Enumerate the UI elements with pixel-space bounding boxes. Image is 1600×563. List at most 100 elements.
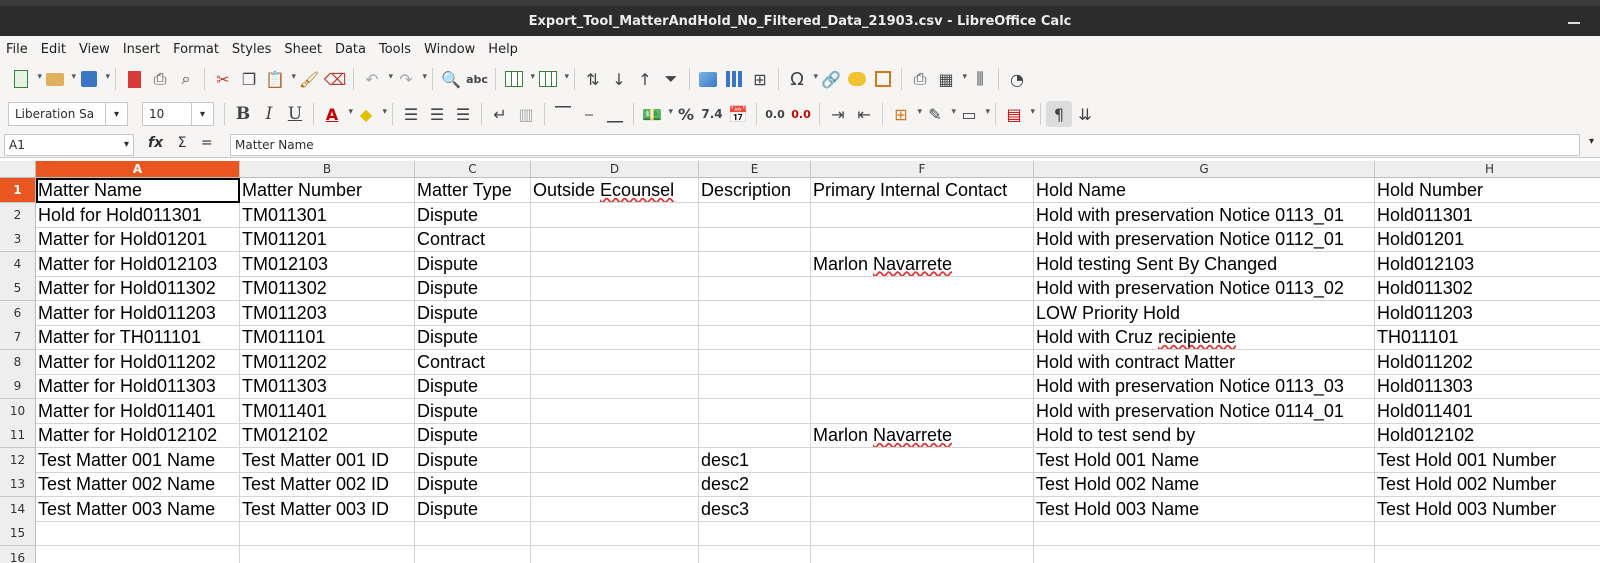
- menu-format[interactable]: Format: [173, 42, 219, 57]
- column-header-g[interactable]: G: [1034, 161, 1375, 178]
- cell-a16[interactable]: [36, 545, 240, 563]
- menu-data[interactable]: Data: [335, 42, 366, 57]
- cell-b11[interactable]: TM012102: [240, 423, 415, 448]
- cell-g8[interactable]: Hold with contract Matter: [1034, 349, 1375, 375]
- column-header-f[interactable]: F: [811, 161, 1034, 178]
- cell-d7[interactable]: [531, 325, 699, 350]
- cell-f7[interactable]: [811, 325, 1034, 350]
- function-wizard-button[interactable]: fx: [148, 135, 163, 151]
- cell-c9[interactable]: Dispute: [415, 374, 531, 399]
- row-header-13[interactable]: 13: [0, 472, 36, 497]
- cell-c10[interactable]: Dispute: [415, 398, 531, 424]
- cell-d5[interactable]: [531, 276, 699, 301]
- cell-c14[interactable]: Dispute: [415, 496, 531, 522]
- wrap-text-icon[interactable]: ↵: [487, 101, 513, 127]
- cell-a11[interactable]: Matter for Hold012102: [36, 423, 240, 448]
- expand-formula-bar-icon[interactable]: ▾: [1589, 136, 1594, 147]
- row-header-14[interactable]: 14: [0, 496, 36, 522]
- clone-formatting-icon[interactable]: 🖌: [296, 66, 322, 92]
- pivot-table-icon[interactable]: ⊞: [747, 66, 773, 92]
- cell-b5[interactable]: TM011302: [240, 276, 415, 301]
- cell-c12[interactable]: Dispute: [415, 447, 531, 473]
- cell-h16[interactable]: [1375, 546, 1600, 563]
- cell-f8[interactable]: [811, 349, 1034, 375]
- hyperlink-icon[interactable]: 🔗: [818, 66, 844, 92]
- cell-g7[interactable]: Hold with Cruz recipiente: [1034, 325, 1375, 350]
- cell-b8[interactable]: TM011202: [240, 349, 415, 375]
- cell-a1[interactable]: Matter Name: [36, 178, 240, 203]
- cell-a9[interactable]: Matter for Hold011303: [36, 374, 240, 399]
- cell-e14[interactable]: desc3: [699, 496, 811, 522]
- cell-e6[interactable]: [699, 300, 811, 326]
- cell-b13[interactable]: Test Matter 002 ID: [240, 472, 415, 497]
- cell-b6[interactable]: TM011203: [240, 300, 415, 326]
- cell-d10[interactable]: [531, 398, 699, 424]
- row-header-16[interactable]: 16: [0, 545, 36, 563]
- cell-h12[interactable]: Test Hold 001 Number: [1375, 448, 1600, 473]
- cell-h1[interactable]: Hold Number: [1375, 178, 1600, 203]
- open-folder-icon[interactable]: [42, 66, 76, 92]
- menu-sheet[interactable]: Sheet: [284, 42, 322, 57]
- cell-e4[interactable]: [699, 251, 811, 277]
- align-bottom-icon[interactable]: ⎽: [602, 101, 628, 127]
- menu-tools[interactable]: Tools: [379, 42, 411, 57]
- cell-d8[interactable]: [531, 349, 699, 375]
- cell-a8[interactable]: Matter for Hold011202: [36, 349, 240, 375]
- cell-c6[interactable]: Dispute: [415, 300, 531, 326]
- select-all-corner[interactable]: [0, 161, 36, 178]
- decrease-indent-icon[interactable]: ⇤: [851, 101, 877, 127]
- cell-f12[interactable]: [811, 447, 1034, 473]
- cell-c8[interactable]: Contract: [415, 349, 531, 375]
- column-header-b[interactable]: B: [240, 161, 415, 178]
- cell-b4[interactable]: TM012103: [240, 251, 415, 277]
- cell-g13[interactable]: Test Hold 002 Name: [1034, 472, 1375, 497]
- cell-c2[interactable]: Dispute: [415, 202, 531, 228]
- cell-h11[interactable]: Hold012102: [1375, 423, 1600, 448]
- cell-d9[interactable]: [531, 374, 699, 399]
- cell-d11[interactable]: [531, 423, 699, 448]
- font-name-box[interactable]: Liberation Sa ▾: [8, 102, 128, 126]
- cell-b9[interactable]: TM011303: [240, 374, 415, 399]
- column-header-d[interactable]: D: [531, 161, 699, 178]
- cell-a7[interactable]: Matter for TH011101: [36, 325, 240, 350]
- cell-b16[interactable]: [240, 545, 415, 563]
- cell-f10[interactable]: [811, 398, 1034, 424]
- cell-e1[interactable]: Description: [699, 178, 811, 203]
- cell-c15[interactable]: [415, 521, 531, 546]
- row-header-10[interactable]: 10: [0, 398, 36, 424]
- cell-b10[interactable]: TM011401: [240, 398, 415, 424]
- cell-h15[interactable]: [1375, 521, 1600, 546]
- cell-b7[interactable]: TM011101: [240, 325, 415, 350]
- row-header-11[interactable]: 11: [0, 423, 36, 448]
- cell-b2[interactable]: TM011301: [240, 202, 415, 228]
- row-header-1[interactable]: 1: [0, 178, 36, 203]
- export-pdf-icon[interactable]: [121, 66, 147, 92]
- percent-button[interactable]: %: [673, 101, 699, 127]
- show-draw-functions-icon[interactable]: ◔: [1004, 66, 1030, 92]
- sort-ascending-icon[interactable]: ↓: [606, 66, 632, 92]
- cell-b12[interactable]: Test Matter 001 ID: [240, 447, 415, 473]
- row-header-2[interactable]: 2: [0, 202, 36, 228]
- split-window-icon[interactable]: ⫼: [967, 66, 993, 92]
- cell-h9[interactable]: Hold011303: [1375, 374, 1600, 399]
- cell-e7[interactable]: [699, 325, 811, 350]
- align-middle-icon[interactable]: ⎯: [576, 101, 602, 127]
- font-size-box[interactable]: 10 ▾: [142, 102, 214, 126]
- cell-h4[interactable]: Hold012103: [1375, 252, 1600, 277]
- cell-d2[interactable]: [531, 202, 699, 228]
- cell-e5[interactable]: [699, 276, 811, 301]
- cell-h7[interactable]: TH011101: [1375, 325, 1600, 350]
- font-color-icon[interactable]: A: [319, 101, 353, 127]
- cell-c1[interactable]: Matter Type: [415, 178, 531, 203]
- cell-e3[interactable]: [699, 227, 811, 252]
- cell-b15[interactable]: [240, 521, 415, 546]
- new-document-icon[interactable]: [8, 66, 42, 92]
- cell-a4[interactable]: Matter for Hold012103: [36, 251, 240, 277]
- cell-e10[interactable]: [699, 398, 811, 424]
- cell-a2[interactable]: Hold for Hold011301: [36, 202, 240, 228]
- cell-g3[interactable]: Hold with preservation Notice 0112_01: [1034, 227, 1375, 252]
- cell-c7[interactable]: Dispute: [415, 325, 531, 350]
- cell-g4[interactable]: Hold testing Sent By Changed: [1034, 251, 1375, 277]
- insert-chart-icon[interactable]: [721, 66, 747, 92]
- row-header-12[interactable]: 12: [0, 447, 36, 473]
